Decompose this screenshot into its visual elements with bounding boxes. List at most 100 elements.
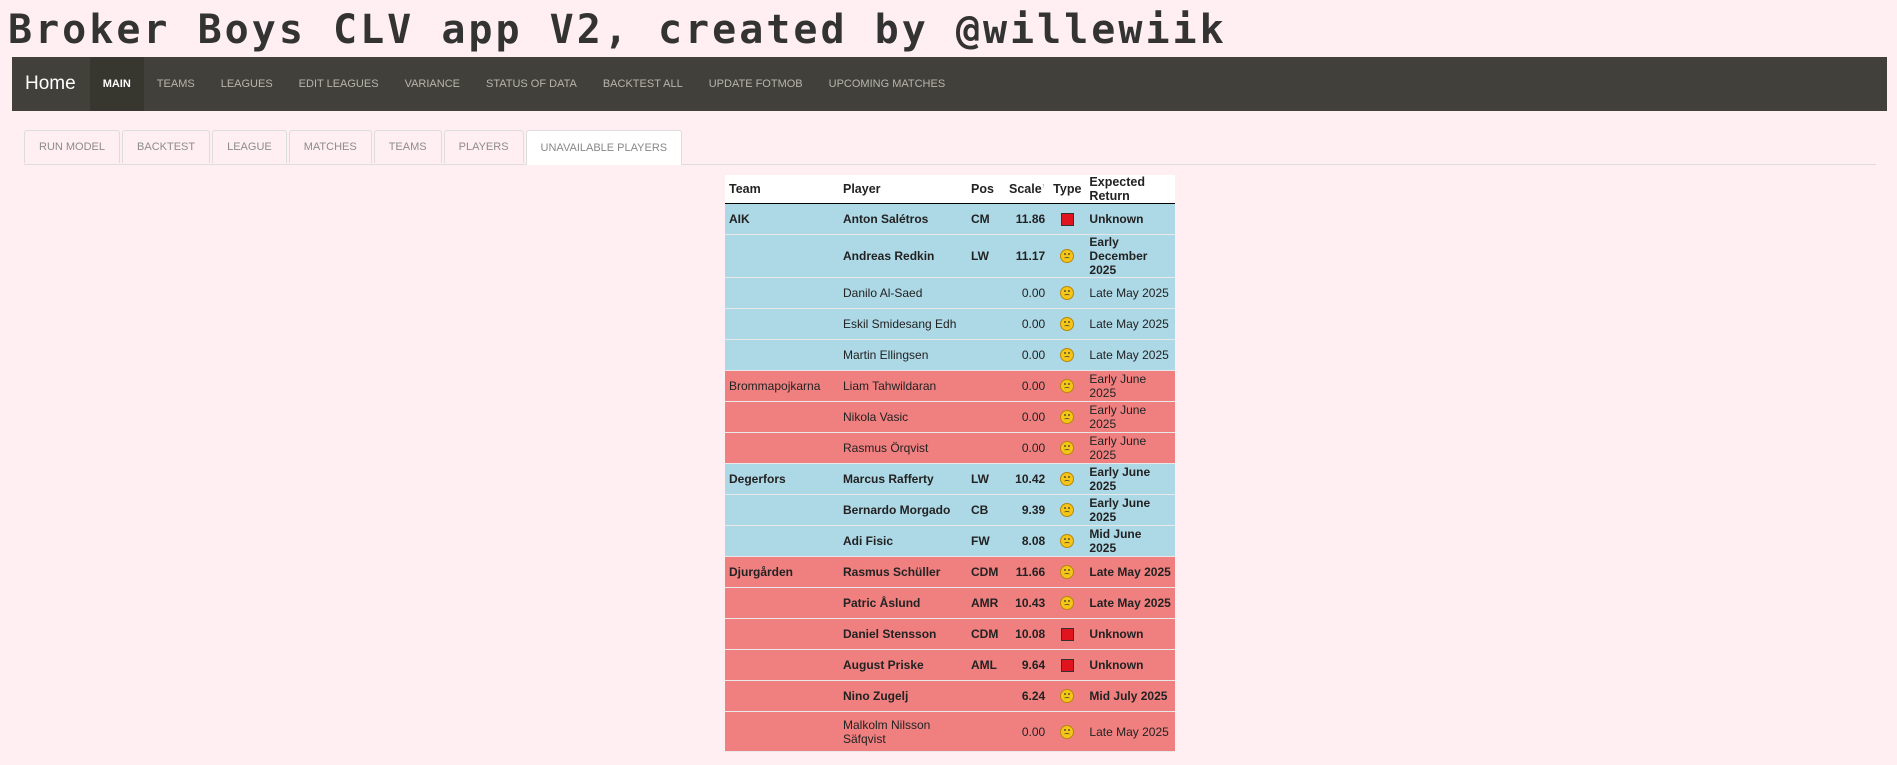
nav-items: MAIN TEAMS LEAGUES EDIT LEAGUES VARIANCE STAT… [89, 57, 959, 111]
col-team[interactable]: Team [725, 175, 839, 204]
cell-type [1049, 463, 1086, 495]
cell-team: Djurgården [725, 556, 839, 588]
cell-scale: 0.00 [1005, 432, 1050, 464]
table-row[interactable]: Brommapojkarna Liam Tahwildaran 0.00 Early … [725, 370, 1175, 402]
cell-scale: 0.00 [1005, 370, 1050, 402]
sad-face-icon [1060, 286, 1075, 301]
cell-type [1049, 432, 1086, 464]
cell-pos: AML [967, 649, 1005, 681]
nav-item-status-of-data[interactable]: STATUS OF DATA [473, 57, 590, 111]
cell-scale: 9.64 [1005, 649, 1050, 681]
nav-item-backtest-all[interactable]: BACKTEST ALL [590, 57, 696, 111]
table-row[interactable]: Andreas Redkin LW 11.17 Early December 2025 [725, 234, 1175, 278]
table-row[interactable]: Patric Åslund AMR 10.43 Late May 2025 [725, 587, 1175, 619]
nav-item-variance[interactable]: VARIANCE [392, 57, 473, 111]
cell-player: Martin Ellingsen [839, 339, 967, 371]
cell-player: Adi Fisic [839, 525, 967, 557]
table-row[interactable]: Nino Zugelj 6.24 Mid July 2025 [725, 680, 1175, 712]
cell-type [1049, 680, 1086, 712]
col-expected-return[interactable]: Expected Return [1085, 175, 1175, 204]
table-row[interactable]: Martin Ellingsen 0.00 Late May 2025 [725, 339, 1175, 371]
cell-team [725, 618, 839, 650]
cell-player: Bernardo Morgado [839, 494, 967, 526]
nav-brand-home[interactable]: Home [12, 73, 90, 95]
tab-matches[interactable]: MATCHES [288, 130, 372, 163]
cell-player: Liam Tahwildaran [839, 370, 967, 402]
cell-team [725, 234, 839, 278]
cell-team [725, 308, 839, 340]
tab-players[interactable]: PLAYERS [443, 130, 524, 163]
red-square-icon [1060, 628, 1074, 642]
nav-item-update-fotmob[interactable]: UPDATE FOTMOB [696, 57, 816, 111]
cell-scale: 11.86 [1005, 203, 1050, 235]
cell-pos [967, 711, 1005, 752]
table-row[interactable]: Danilo Al-Saed 0.00 Late May 2025 [725, 277, 1175, 309]
table-row[interactable]: AIK Anton Salétros CM 11.86 Unknown [725, 203, 1175, 235]
cell-expected-return: Late May 2025 [1085, 339, 1175, 371]
cell-pos [967, 370, 1005, 402]
table-row[interactable]: August Priske AML 9.64 Unknown [725, 649, 1175, 681]
nav-item-main[interactable]: MAIN [89, 57, 144, 111]
cell-scale: 10.08 [1005, 618, 1050, 650]
cell-team: Degerfors [725, 463, 839, 495]
cell-team [725, 649, 839, 681]
table-row[interactable]: Djurgården Rasmus Schüller CDM 11.66 Late Ma… [725, 556, 1175, 588]
sad-face-icon [1060, 249, 1075, 264]
col-scale[interactable]: Scale↑ [1005, 175, 1050, 204]
cell-pos [967, 401, 1005, 433]
table-row[interactable]: Eskil Smidesang Edh 0.00 Late May 2025 [725, 308, 1175, 340]
sad-face-icon [1060, 317, 1075, 332]
cell-scale: 6.24 [1005, 680, 1050, 712]
nav-item-teams[interactable]: TEAMS [144, 57, 208, 111]
table-row[interactable]: Degerfors Marcus Rafferty LW 10.42 Early Jun… [725, 463, 1175, 495]
cell-expected-return: Early December 2025 [1085, 234, 1175, 278]
col-type[interactable]: Type [1049, 175, 1086, 204]
cell-expected-return: Late May 2025 [1085, 711, 1175, 752]
tab-unavailable-players[interactable]: UNAVAILABLE PLAYERS [525, 130, 683, 165]
cell-player: Malkolm Nilsson Säfqvist [839, 711, 967, 752]
cell-player: Daniel Stensson [839, 618, 967, 650]
cell-player: Rasmus Örqvist [839, 432, 967, 464]
nav-item-edit-leagues[interactable]: EDIT LEAGUES [286, 57, 392, 111]
cell-pos: LW [967, 234, 1005, 278]
cell-type [1049, 277, 1086, 309]
tab-backtest[interactable]: BACKTEST [122, 130, 211, 163]
sad-face-icon [1060, 565, 1075, 580]
cell-type [1049, 618, 1086, 650]
tab-league[interactable]: LEAGUE [212, 130, 287, 163]
cell-scale: 0.00 [1005, 711, 1050, 752]
sort-indicator-icon: ↑ [1041, 182, 1046, 190]
sad-face-icon [1060, 596, 1075, 611]
sad-face-icon [1060, 689, 1075, 704]
cell-scale: 10.42 [1005, 463, 1050, 495]
table-row[interactable]: Malkolm Nilsson Säfqvist 0.00 Late May 202… [725, 711, 1175, 752]
app-title: Broker Boys CLV app V2, created by @will… [8, 7, 1227, 53]
col-pos[interactable]: Pos [967, 175, 1005, 204]
cell-pos: CDM [967, 556, 1005, 588]
table-row[interactable]: Daniel Stensson CDM 10.08 Unknown [725, 618, 1175, 650]
cell-pos [967, 339, 1005, 371]
cell-expected-return: Early June 2025 [1085, 432, 1175, 464]
cell-player: Nino Zugelj [839, 680, 967, 712]
table-row[interactable]: Nikola Vasic 0.00 Early June 2025 [725, 401, 1175, 433]
tab-run-model[interactable]: RUN MODEL [24, 130, 121, 163]
cell-expected-return: Early June 2025 [1085, 370, 1175, 402]
col-player[interactable]: Player [839, 175, 967, 204]
cell-team [725, 525, 839, 557]
cell-scale: 0.00 [1005, 339, 1050, 371]
cell-player: August Priske [839, 649, 967, 681]
table-row[interactable]: Rasmus Örqvist 0.00 Early June 2025 [725, 432, 1175, 464]
cell-player: Danilo Al-Saed [839, 277, 967, 309]
table-row[interactable]: Adi Fisic FW 8.08 Mid June 2025 [725, 525, 1175, 557]
unavailable-players-table: Team Player Pos Scale↑ Type Expected Ret… [725, 175, 1175, 752]
cell-scale: 10.43 [1005, 587, 1050, 619]
cell-pos: CB [967, 494, 1005, 526]
nav-item-leagues[interactable]: LEAGUES [208, 57, 286, 111]
table-row[interactable]: Bernardo Morgado CB 9.39 Early June 2025 [725, 494, 1175, 526]
cell-team: AIK [725, 203, 839, 235]
tab-teams[interactable]: TEAMS [373, 130, 442, 163]
cell-scale: 0.00 [1005, 401, 1050, 433]
nav-item-upcoming-matches[interactable]: UPCOMING MATCHES [816, 57, 959, 111]
cell-player: Patric Åslund [839, 587, 967, 619]
cell-type [1049, 525, 1086, 557]
